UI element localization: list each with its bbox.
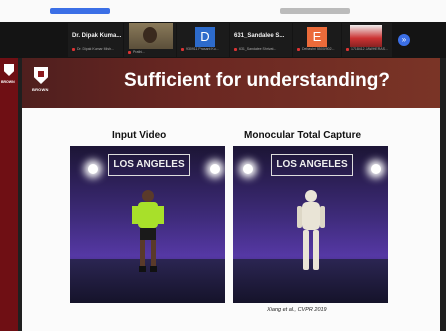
tab-indicator[interactable] — [50, 8, 110, 14]
mic-muted-icon — [234, 47, 237, 51]
participant-detail: Dr. Dipak Kumar Mish... — [77, 47, 114, 51]
participant-tile[interactable]: E Debashri 5500/902... — [293, 23, 341, 57]
mesh-figure — [297, 190, 325, 270]
participant-video-bar: Dr. Dipak Kuma... Dr. Dipak Kumar Mish..… — [0, 22, 446, 58]
participant-tile[interactable]: 631_Sandalee S... 631_Sandalee Shrivat..… — [230, 23, 292, 57]
slide-citation: Xiang et al., CVPR 2019 — [267, 307, 327, 313]
mic-muted-icon — [72, 47, 75, 51]
participant-avatar: D — [195, 27, 215, 47]
browser-tab-strip — [0, 0, 446, 22]
participant-detail: Prathi... — [133, 50, 146, 54]
slide-header: BROWN Sufficient for understanding? — [22, 58, 440, 108]
participant-image — [350, 25, 382, 47]
slide-title: Sufficient for understanding? — [124, 70, 390, 91]
participant-tile[interactable]: Prathi... — [124, 23, 176, 57]
participant-detail: 1718412 JAWHERAS... — [351, 47, 388, 51]
participant-tile[interactable]: D 930911 Prasant Ku... — [177, 23, 229, 57]
mic-muted-icon — [128, 50, 131, 54]
mic-muted-icon — [297, 47, 300, 51]
participant-detail: Debashri 5500/902... — [302, 47, 335, 51]
participant-name: Dr. Dipak Kuma... — [72, 33, 122, 39]
left-brand-strip: BROWN — [0, 58, 18, 331]
dancer-figure — [132, 190, 164, 272]
right-caption: Monocular Total Capture — [244, 130, 362, 141]
university-crest-icon — [4, 64, 14, 76]
left-strip-label: BROWN — [1, 80, 15, 84]
university-label: BROWN — [32, 87, 49, 92]
output-capture-frame: LOS ANGELES — [233, 146, 388, 303]
participant-tile[interactable]: Dr. Dipak Kuma... Dr. Dipak Kumar Mish..… — [68, 23, 123, 57]
participant-detail: 631_Sandalee Shrivat... — [239, 47, 277, 51]
participant-tile[interactable]: 1718412 JAWHERAS... — [342, 23, 392, 57]
participant-camera-feed — [129, 23, 173, 49]
more-participants-button[interactable]: » — [398, 34, 410, 46]
participant-name: 631_Sandalee S... — [234, 33, 285, 39]
participant-avatar: E — [307, 27, 327, 47]
university-crest-icon — [34, 67, 48, 84]
mic-muted-icon — [346, 47, 349, 51]
tab-indicator[interactable] — [280, 8, 350, 14]
shared-slide: BROWN Sufficient for understanding? Inpu… — [22, 58, 440, 331]
mic-muted-icon — [181, 47, 184, 51]
left-caption: Input Video — [112, 130, 167, 141]
participant-detail: 930911 Prasant Ku... — [186, 47, 219, 51]
input-video-frame: LOS ANGELES — [70, 146, 225, 303]
